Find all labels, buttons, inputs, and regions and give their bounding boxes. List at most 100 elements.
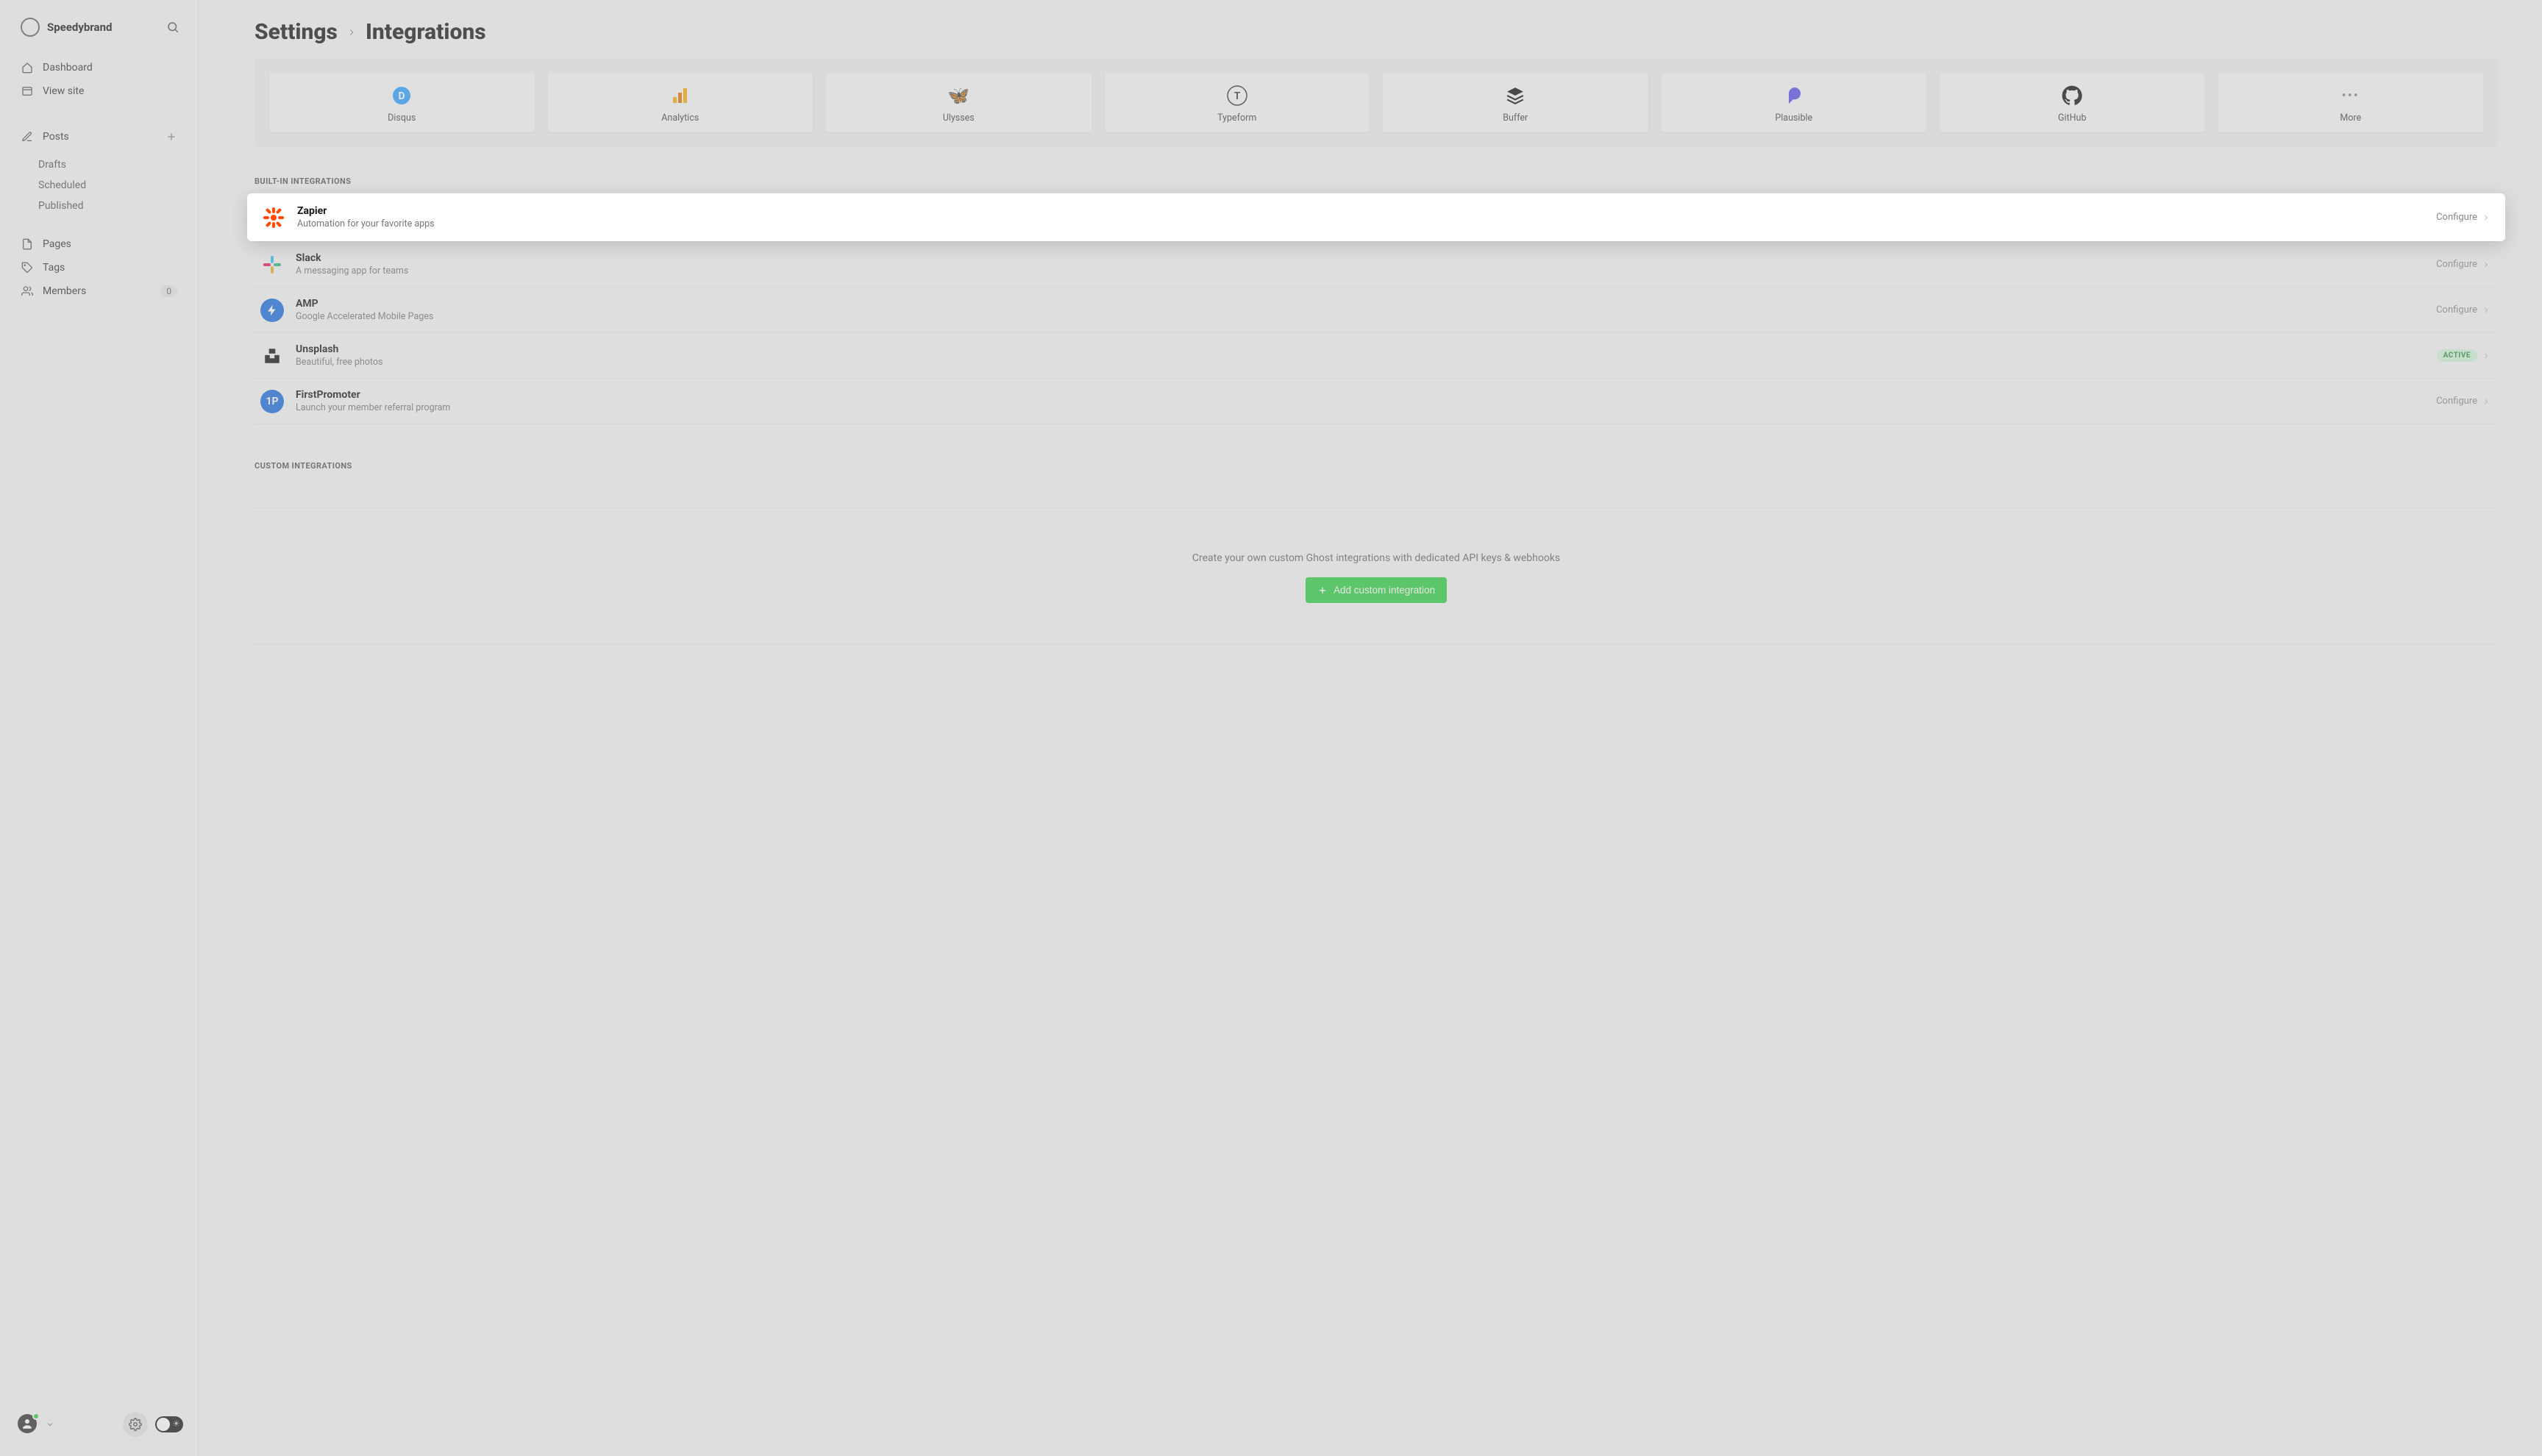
- custom-integrations-section: Custom integrations Create your own cust…: [254, 461, 2498, 644]
- integration-row-amp[interactable]: AMP Google Accelerated Mobile Pages Conf…: [254, 287, 2498, 332]
- firstpromoter-icon: 1P: [260, 390, 284, 413]
- sidebar-label-members: Members: [43, 285, 86, 297]
- svg-text:T: T: [1233, 90, 1240, 102]
- sidebar-item-pages[interactable]: Pages: [6, 232, 192, 256]
- sidebar-label-view-site: View site: [43, 85, 84, 97]
- chevron-right-icon: [2482, 351, 2491, 360]
- chevron-down-icon[interactable]: [46, 1420, 54, 1429]
- configure-zapier[interactable]: Configure: [2436, 212, 2491, 223]
- theme-toggle[interactable]: ☀: [155, 1416, 183, 1432]
- unsplash-icon: [260, 344, 284, 368]
- breadcrumb: Settings Integrations: [254, 19, 2498, 45]
- sidebar-label-posts: Posts: [43, 131, 69, 143]
- gallery-label-analytics: Analytics: [661, 113, 699, 124]
- chevron-right-icon: [346, 27, 357, 38]
- integration-name-zapier: Zapier: [297, 205, 435, 217]
- gallery-card-ulysses[interactable]: 🦋 Ulysses: [826, 73, 1092, 132]
- sidebar-item-drafts[interactable]: Drafts: [38, 154, 198, 175]
- buffer-icon: [1504, 85, 1526, 107]
- edit-icon: [21, 130, 34, 143]
- svg-text:D: D: [399, 90, 405, 102]
- gallery-card-more[interactable]: ••• More: [2218, 73, 2484, 132]
- integration-desc-firstpromoter: Launch your member referral program: [296, 402, 450, 413]
- gear-icon: [129, 1418, 142, 1431]
- integration-name-unsplash: Unsplash: [296, 343, 382, 355]
- sidebar-label-tags: Tags: [43, 262, 65, 274]
- home-icon: [21, 61, 34, 74]
- browser-icon: [21, 85, 34, 98]
- integration-row-slack[interactable]: Slack A messaging app for teams Configur…: [254, 241, 2498, 287]
- chevron-right-icon: [2482, 397, 2491, 406]
- site-name: Speedybrand: [47, 21, 112, 34]
- breadcrumb-settings[interactable]: Settings: [254, 19, 338, 45]
- users-icon: [21, 285, 34, 298]
- sidebar-item-tags[interactable]: Tags: [6, 256, 192, 279]
- gallery-label-buffer: Buffer: [1503, 113, 1528, 124]
- gallery-card-buffer[interactable]: Buffer: [1383, 73, 1648, 132]
- integration-desc-slack: A messaging app for teams: [296, 265, 408, 276]
- integration-name-slack: Slack: [296, 252, 408, 264]
- settings-button[interactable]: [123, 1412, 148, 1437]
- plus-icon: [1317, 585, 1328, 596]
- gallery-label-typeform: Typeform: [1217, 113, 1256, 124]
- add-button-label: Add custom integration: [1334, 585, 1435, 596]
- file-icon: [21, 238, 34, 251]
- integration-row-firstpromoter[interactable]: 1P FirstPromoter Launch your member refe…: [254, 378, 2498, 424]
- gallery-label-more: More: [2340, 113, 2361, 124]
- integration-name-firstpromoter: FirstPromoter: [296, 389, 450, 401]
- sidebar-label-dashboard: Dashboard: [43, 62, 93, 74]
- integration-desc-unsplash: Beautiful, free photos: [296, 357, 382, 368]
- gallery-card-disqus[interactable]: D Disqus: [269, 73, 535, 132]
- integration-row-zapier[interactable]: Zapier Automation for your favorite apps…: [247, 193, 2505, 241]
- slack-icon: [260, 253, 284, 276]
- integration-desc-zapier: Automation for your favorite apps: [297, 218, 435, 229]
- plus-icon[interactable]: [165, 131, 177, 143]
- builtin-integrations-section: Built-in integrations Zapier Automation …: [254, 176, 2498, 424]
- user-menu[interactable]: [18, 1414, 38, 1435]
- ulysses-icon: 🦋: [947, 85, 969, 107]
- custom-empty-text: Create your own custom Ghost integration…: [254, 552, 2498, 564]
- configure-firstpromoter[interactable]: Configure: [2436, 396, 2491, 407]
- gallery-label-disqus: Disqus: [388, 113, 416, 124]
- chevron-right-icon: [2482, 213, 2491, 222]
- sidebar-item-members[interactable]: Members 0: [6, 279, 192, 303]
- sidebar-item-view-site[interactable]: View site: [6, 79, 192, 103]
- custom-heading: Custom integrations: [254, 461, 2498, 478]
- sidebar-item-dashboard[interactable]: Dashboard: [6, 56, 192, 79]
- configure-slack[interactable]: Configure: [2436, 259, 2491, 270]
- search-icon[interactable]: [165, 20, 180, 35]
- gallery-label-plausible: Plausible: [1775, 113, 1812, 124]
- integration-row-unsplash[interactable]: Unsplash Beautiful, free photos ACTIVE: [254, 332, 2498, 378]
- analytics-icon: [669, 85, 691, 107]
- plausible-icon: [1783, 85, 1805, 107]
- active-badge: ACTIVE: [2437, 349, 2477, 362]
- gallery-card-typeform[interactable]: T Typeform: [1105, 73, 1370, 132]
- page-title: Integrations: [366, 19, 486, 45]
- site-header[interactable]: Speedybrand: [0, 18, 198, 50]
- status-unsplash[interactable]: ACTIVE: [2437, 349, 2491, 362]
- integration-desc-amp: Google Accelerated Mobile Pages: [296, 311, 433, 322]
- typeform-icon: T: [1226, 85, 1248, 107]
- presence-indicator-icon: [32, 1413, 40, 1420]
- sidebar-item-scheduled[interactable]: Scheduled: [38, 175, 198, 196]
- chevron-right-icon: [2482, 260, 2491, 269]
- sidebar-item-posts[interactable]: Posts: [6, 125, 192, 149]
- members-count-badge: 0: [160, 285, 177, 297]
- main-content: Settings Integrations D Disqus Analytics…: [199, 0, 2542, 1456]
- sidebar-item-published[interactable]: Published: [38, 196, 198, 216]
- gallery-label-github: GitHub: [2058, 113, 2086, 124]
- gallery-label-ulysses: Ulysses: [943, 113, 975, 124]
- tag-icon: [21, 261, 34, 274]
- amp-icon: [260, 299, 284, 322]
- zapier-icon: [262, 206, 285, 229]
- add-custom-integration-button[interactable]: Add custom integration: [1306, 577, 1447, 603]
- sidebar: Speedybrand Dashboard View site: [0, 0, 199, 1456]
- builtin-heading: Built-in integrations: [254, 176, 2498, 193]
- sidebar-label-pages: Pages: [43, 238, 71, 250]
- gallery-card-analytics[interactable]: Analytics: [548, 73, 813, 132]
- chevron-right-icon: [2482, 306, 2491, 315]
- configure-amp[interactable]: Configure: [2436, 304, 2491, 315]
- gallery-card-plausible[interactable]: Plausible: [1662, 73, 1927, 132]
- sun-icon: ☀: [172, 1418, 180, 1429]
- gallery-card-github[interactable]: GitHub: [1940, 73, 2205, 132]
